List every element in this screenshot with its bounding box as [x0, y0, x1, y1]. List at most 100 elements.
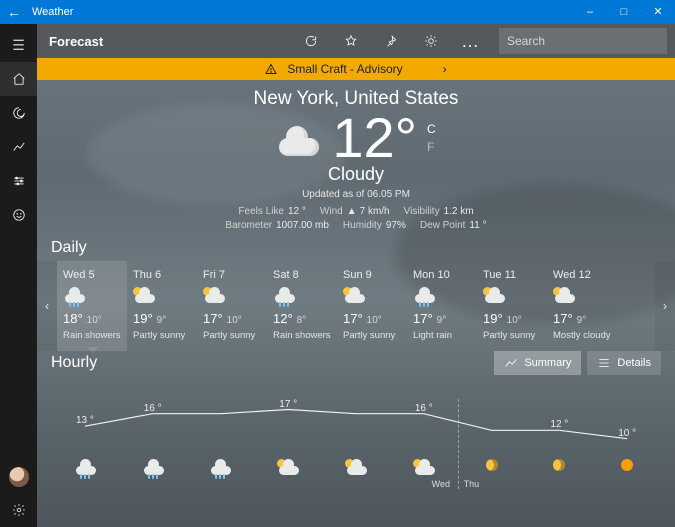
day-temps: 12°8° [273, 311, 331, 326]
day-temps: 17°9° [413, 311, 471, 326]
unit-celsius[interactable]: C [427, 120, 436, 138]
day-weather-icon [273, 287, 331, 307]
day-weather-icon [413, 287, 471, 307]
page-heading: Forecast [37, 34, 103, 49]
sliders-icon [12, 174, 26, 188]
day-label: Mon 10 [413, 269, 471, 281]
advisory-text: Small Craft - Advisory [287, 62, 402, 76]
daily-card[interactable]: Tue 1119°10°Partly sunny [477, 261, 547, 351]
daily-scroll-right[interactable]: › [655, 261, 675, 351]
theme-button[interactable] [411, 24, 451, 58]
unit-fahrenheit[interactable]: F [427, 138, 434, 156]
daily-card[interactable]: Sun 917°10°Partly sunny [337, 261, 407, 351]
refresh-button[interactable] [291, 24, 331, 58]
day-weather-icon [553, 287, 611, 307]
sun-icon [424, 34, 438, 48]
hourly-temp-label: 13 ° [76, 415, 94, 426]
favorite-button[interactable] [331, 24, 371, 58]
current-conditions: New York, United States 12° C F Cloudy U… [37, 80, 675, 237]
gear-icon [12, 503, 26, 517]
wind-arrow-icon: ▲ [347, 206, 357, 217]
search-box[interactable] [499, 28, 667, 54]
day-condition: Partly sunny [483, 330, 541, 341]
day-label: Wed 12 [553, 269, 611, 281]
day-weather-icon [483, 287, 541, 307]
advisory-banner[interactable]: Small Craft - Advisory › [37, 58, 675, 80]
day-weather-icon [133, 287, 191, 307]
hourly-summary-button[interactable]: Summary [494, 351, 581, 375]
day-condition: Partly sunny [343, 330, 401, 341]
refresh-icon [304, 34, 318, 48]
nav-sidebar: ☰ [0, 24, 37, 527]
visibility-value: 1.2 km [444, 206, 474, 217]
condition-text: Cloudy [37, 164, 675, 185]
day-temps: 17°10° [203, 311, 261, 326]
daily-card[interactable]: Mon 10 17°9° Light rain [407, 261, 477, 351]
maximize-button[interactable]: □ [607, 0, 641, 24]
nav-history[interactable] [0, 130, 37, 164]
hourly-summary-label: Summary [524, 357, 571, 369]
smile-icon [12, 208, 26, 222]
star-icon [344, 34, 358, 48]
minimize-button[interactable]: – [573, 0, 607, 24]
hourly-icon [51, 459, 119, 475]
summary-chart-icon [504, 356, 518, 370]
daily-forecast: ‹ Wed 5 18°10° Rain showers Thu 619°9°Partl… [37, 261, 675, 351]
back-button[interactable]: ← [0, 0, 28, 24]
search-input[interactable] [507, 34, 662, 48]
daily-card[interactable]: Thu 619°9°Partly sunny [127, 261, 197, 351]
hourly-icon [254, 459, 322, 475]
warning-icon [265, 63, 277, 75]
wind-value: 7 km/h [360, 206, 390, 217]
nav-news[interactable] [0, 198, 37, 232]
visibility-label: Visibility [404, 206, 440, 217]
chart-icon [12, 140, 26, 154]
day-weather-icon [343, 287, 401, 307]
day-temps: 18°10° [63, 311, 121, 326]
daily-card[interactable]: Fri 717°10°Partly sunny [197, 261, 267, 351]
daily-card[interactable]: Wed 518°10°Rain showers [57, 261, 127, 351]
dewpoint-value: 11 ° [469, 220, 486, 231]
hourly-details-button[interactable]: Details [587, 351, 661, 375]
hourly-icon [390, 459, 458, 475]
updated-time: Updated as of 06.05 PM [37, 189, 675, 200]
hourly-temp-label: 10 ° [618, 428, 636, 439]
hourly-icon [322, 459, 390, 475]
unit-toggle[interactable]: C F [427, 110, 436, 156]
settings-button[interactable] [0, 493, 37, 527]
window-title: Weather [28, 6, 73, 18]
hourly-temp-label: 17 ° [279, 399, 297, 410]
hourly-chart: 13 °16 °17 °16 °12 °10 °WedThu [51, 379, 661, 489]
daily-card[interactable]: Wed 1217°9°Mostly cloudy [547, 261, 617, 351]
more-button[interactable]: … [451, 24, 491, 58]
details-list-icon [597, 356, 611, 370]
home-icon [12, 72, 26, 86]
day-label: Fri 7 [203, 269, 261, 281]
nav-maps[interactable] [0, 96, 37, 130]
account-avatar[interactable] [9, 467, 29, 487]
hourly-icon [119, 459, 187, 475]
hourly-temp-label: 16 ° [415, 403, 433, 414]
day-temps: 17°10° [343, 311, 401, 326]
command-bar: Forecast … [37, 24, 675, 58]
day-condition: Rain showers [273, 330, 331, 341]
close-button[interactable]: ✕ [641, 0, 675, 24]
hourly-icon [187, 459, 255, 475]
nav-home[interactable] [0, 62, 37, 96]
barometer-value: 1007.00 mb [276, 220, 329, 231]
daily-card[interactable]: Sat 8 12°8° Rain showers [267, 261, 337, 351]
day-weather-icon [203, 287, 261, 307]
day-condition: Light rain [413, 330, 471, 341]
nav-favorites[interactable] [0, 164, 37, 198]
pin-icon [384, 34, 398, 48]
main-content: Forecast … Small Craft - Advisory › New … [37, 24, 675, 527]
pin-button[interactable] [371, 24, 411, 58]
day-condition: Mostly cloudy [553, 330, 611, 341]
day-label: Wed 5 [63, 269, 121, 281]
barometer-label: Barometer [225, 220, 272, 231]
hamburger-button[interactable]: ☰ [0, 28, 37, 62]
daily-scroll-left[interactable]: ‹ [37, 261, 57, 351]
day-label: Sat 8 [273, 269, 331, 281]
day-condition: Partly sunny [133, 330, 191, 341]
wind-label: Wind [320, 206, 343, 217]
